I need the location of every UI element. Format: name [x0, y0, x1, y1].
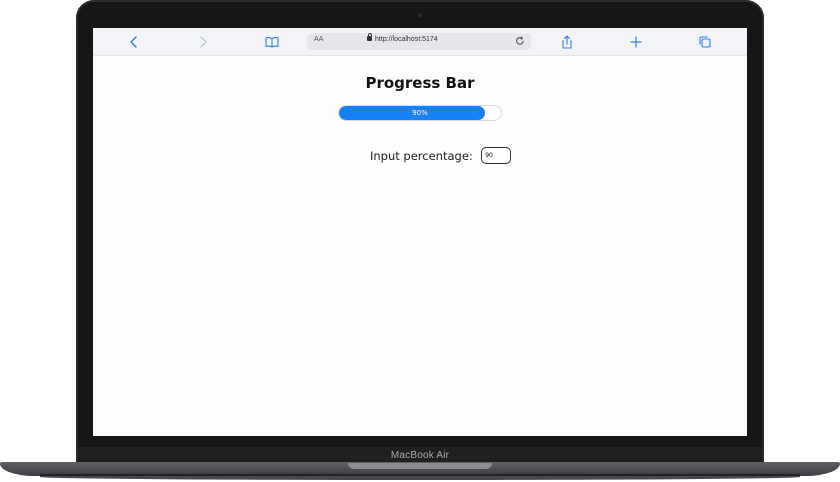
progress-bar: 90% [338, 105, 502, 121]
url-display[interactable]: http://localhost:5174 [367, 33, 438, 43]
address-bar[interactable]: AA http://localhost:5174 [307, 33, 531, 50]
percentage-input-row: Input percentage: [370, 147, 512, 167]
laptop-opening-notch [348, 463, 492, 469]
progress-label: 90% [412, 109, 428, 117]
tabs-icon[interactable] [697, 34, 713, 50]
browser-toolbar: AA http://localhost:5174 [93, 28, 747, 56]
percentage-input-label: Input percentage: [370, 148, 473, 163]
chevron-left-icon[interactable] [126, 34, 142, 50]
percentage-input[interactable] [481, 147, 512, 165]
book-icon[interactable] [264, 34, 280, 50]
plus-icon[interactable] [628, 34, 644, 50]
device-brand-label: MacBook Air [390, 450, 450, 461]
chevron-right-icon[interactable] [195, 34, 211, 50]
lock-icon [367, 33, 372, 41]
reload-icon[interactable] [515, 35, 525, 50]
laptop-stage: AA http://localhost:5174 Progress Bar 90… [0, 0, 840, 482]
camera-icon [418, 13, 422, 17]
laptop-base-shadow [40, 474, 800, 480]
browser-screen: AA http://localhost:5174 Progress Bar 90… [93, 28, 747, 436]
share-icon[interactable] [559, 34, 575, 50]
url-text: http://localhost:5174 [375, 36, 438, 43]
text-size-button[interactable]: AA [314, 36, 323, 43]
page-title: Progress Bar [365, 74, 475, 92]
